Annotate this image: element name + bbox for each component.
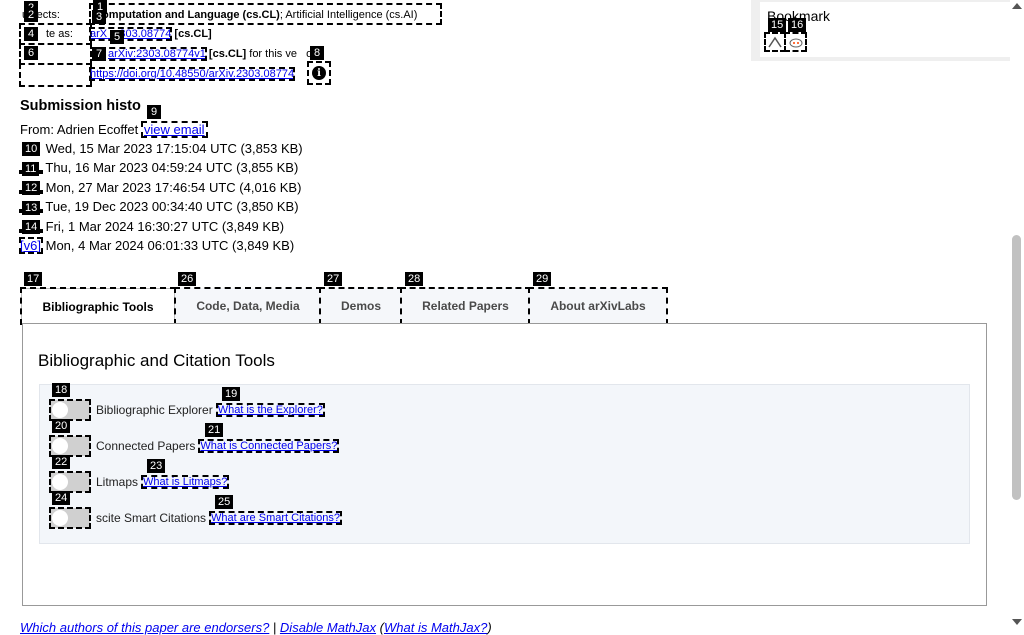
badge: 11 [22, 162, 40, 176]
scroll-down-arrow-icon[interactable] [1012, 619, 1022, 625]
submission-history-title: Submission histo [20, 98, 141, 114]
badge: 25 [215, 495, 234, 509]
toggle-knob [52, 510, 68, 526]
disable-mathjax-link[interactable]: Disable MathJax [280, 620, 376, 635]
tab-code-data-media[interactable]: Code, Data, Media [174, 287, 322, 325]
litmaps-toggle[interactable] [49, 471, 91, 493]
badge: 29 [533, 272, 552, 286]
badge: 2 [24, 8, 38, 22]
info-icon: i [312, 66, 326, 80]
tool-row: Connected Papers What is Connected Paper… [49, 434, 340, 458]
version-row: [v6] Mon, 4 Mar 2024 06:01:33 UTC (3,849… [19, 237, 295, 254]
version-link-v6[interactable]: [v6] [19, 237, 43, 254]
view-email-link[interactable]: view email [140, 121, 208, 138]
badge: 26 [178, 272, 197, 286]
tool-row: Bibliographic Explorer What is the Explo… [49, 398, 325, 422]
bibsonomy-button[interactable] [764, 32, 786, 52]
badge: 17 [24, 272, 43, 286]
version-value: arXiv:2303.08774v1 [cs.CL] for this ve o… [99, 47, 322, 61]
subjects-value: omputation and Language (cs.CL); Artific… [102, 8, 417, 22]
doi-value: https://doi.org/10.48550/arXiv.2303.0877… [88, 67, 296, 81]
badge: 14 [22, 220, 41, 234]
panel-title: Bibliographic and Citation Tools [38, 351, 275, 370]
badge: 27 [324, 272, 343, 286]
doi-link[interactable]: https://doi.org/10.48550/arXiv.2303.0877… [88, 67, 296, 81]
badge: 15 [768, 18, 787, 32]
tool-help-link[interactable]: What is Connected Papers? [198, 439, 340, 453]
badge: 13 [22, 201, 41, 215]
toggle-knob [52, 438, 68, 454]
badge: 9 [147, 105, 161, 119]
doi-info-button[interactable]: i [307, 61, 331, 85]
bibsonomy-icon [768, 36, 782, 48]
cite-category: [cs.CL] [174, 28, 212, 40]
toggle-knob [52, 402, 68, 418]
badge: 20 [52, 419, 71, 433]
badge: 3 [92, 10, 106, 24]
version-row: Tue, 19 Dec 2023 00:34:40 UTC (3,850 KB) [45, 199, 299, 214]
version-category: [cs.CL] [208, 48, 247, 60]
badge: 7 [92, 47, 106, 61]
tab-demos[interactable]: Demos [319, 287, 403, 325]
tab-related-papers[interactable]: Related Papers [400, 287, 531, 325]
subjects-secondary: ; Artificial Intelligence (cs.AI) [279, 9, 418, 21]
footer-links: Which authors of this paper are endorser… [20, 620, 492, 635]
cite-value: arX 303.08774 [cs.CL] [88, 27, 212, 41]
badge: 19 [222, 387, 241, 401]
badge: 24 [52, 491, 71, 505]
submission-from: From: Adrien Ecoffet view email [20, 121, 208, 138]
scroll-up-arrow-icon[interactable] [1012, 3, 1022, 9]
bibliographic-explorer-toggle[interactable] [49, 399, 91, 421]
version-row: Wed, 15 Mar 2023 17:15:04 UTC (3,853 KB) [42, 141, 303, 156]
version-row: Fri, 1 Mar 2024 16:30:27 UTC (3,849 KB) [45, 219, 285, 234]
badge: 6 [24, 46, 38, 60]
badge: 28 [405, 272, 424, 286]
tool-help-link[interactable]: What is Litmaps? [141, 475, 230, 489]
badge: 10 [22, 142, 41, 156]
badge: 22 [52, 455, 71, 469]
tool-label: Connected Papers [96, 439, 196, 453]
version-row: Thu, 16 Mar 2023 04:59:24 UTC (3,855 KB) [45, 160, 299, 175]
tool-label: Litmaps [96, 475, 139, 489]
badge: 8 [310, 46, 324, 60]
badge: 21 [205, 423, 224, 437]
toggle-knob [52, 474, 68, 490]
tool-label: Bibliographic Explorer [96, 403, 213, 417]
badge: 23 [147, 459, 166, 473]
subjects-primary: omputation and Language (cs.CL) [102, 9, 280, 21]
tool-help-link[interactable]: What is the Explorer? [215, 403, 325, 417]
badge: 4 [24, 27, 38, 41]
reddit-button[interactable] [784, 32, 807, 52]
tool-help-link[interactable]: What are Smart Citations? [209, 511, 343, 525]
badge: 18 [52, 383, 71, 397]
badge: 16 [788, 18, 807, 32]
badge: 5 [110, 30, 124, 44]
tab-bibliographic-tools[interactable]: Bibliographic Tools [20, 287, 176, 325]
scrollbar-thumb[interactable] [1012, 235, 1021, 500]
badge: 12 [22, 181, 41, 195]
version-row: Mon, 27 Mar 2023 17:46:54 UTC (4,016 KB) [45, 180, 302, 195]
scrollbar[interactable] [1010, 0, 1024, 629]
cite-as-link[interactable]: arX 303.08774 [88, 27, 173, 41]
version-link[interactable]: arXiv:2303.08774v1 [99, 47, 207, 61]
doi-label-cell [19, 63, 92, 87]
what-is-mathjax-link[interactable]: What is MathJax? [384, 620, 487, 635]
cite-label: te as: [46, 28, 73, 40]
connected-papers-toggle[interactable] [49, 435, 91, 457]
tool-row: Litmaps What is Litmaps? [49, 470, 230, 494]
tab-about-arxivlabs[interactable]: About arXivLabs [528, 287, 668, 325]
endorsers-link[interactable]: Which authors of this paper are endorser… [20, 620, 269, 635]
reddit-icon [789, 38, 802, 48]
tool-label: scite Smart Citations [96, 511, 207, 525]
scite-toggle[interactable] [49, 507, 91, 529]
tool-row: scite Smart Citations What are Smart Cit… [49, 506, 343, 530]
from-label: From: Adrien Ecoffet [20, 122, 139, 137]
